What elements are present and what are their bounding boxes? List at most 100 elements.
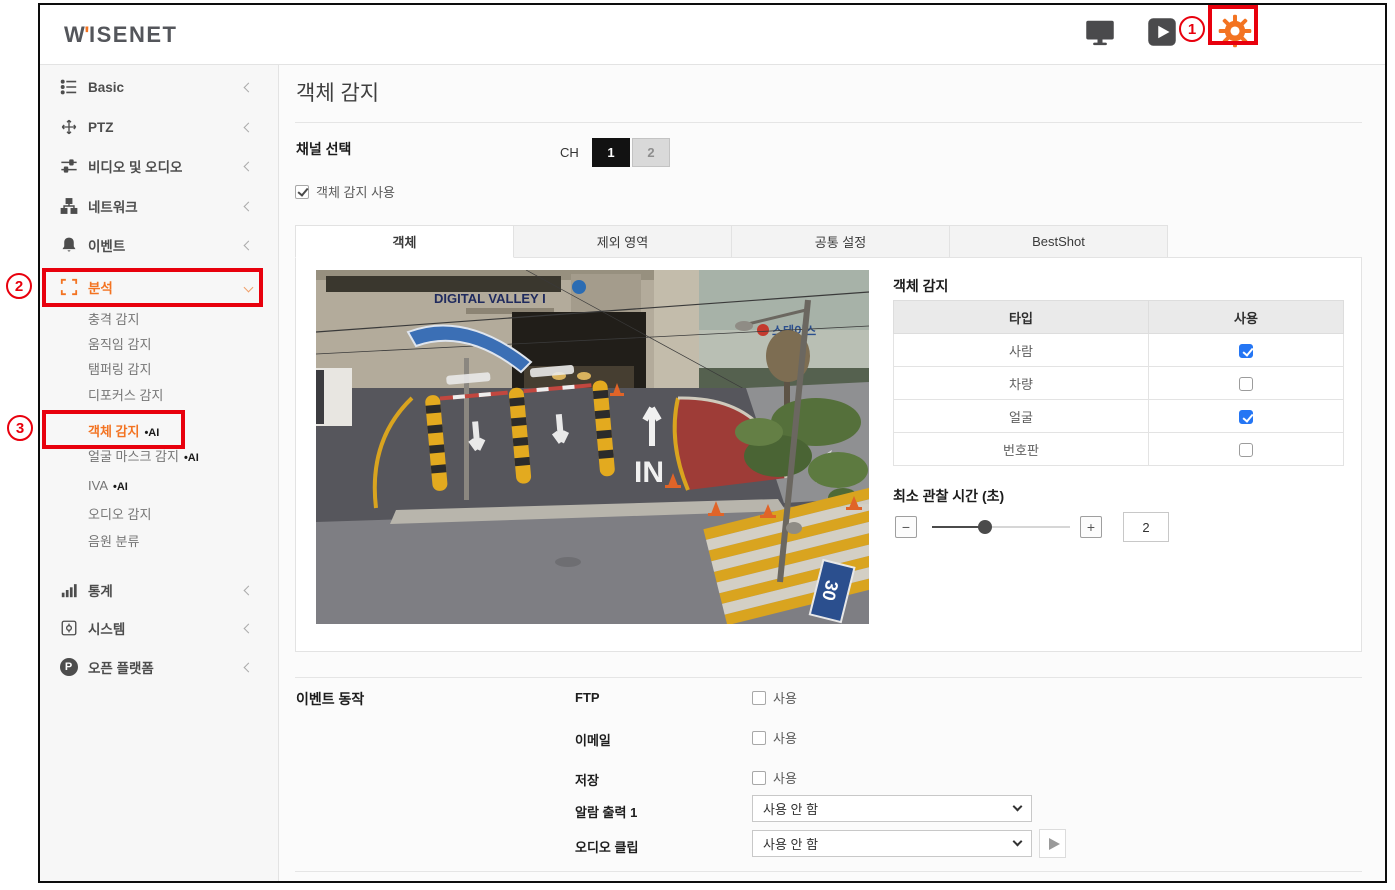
bar-chart-icon	[59, 581, 78, 600]
person-checkbox[interactable]	[1239, 344, 1253, 358]
sidebar-subitem-sound-classification[interactable]: 음원 분류	[40, 528, 278, 552]
sidebar-item-ptz[interactable]: PTZ	[40, 113, 278, 141]
network-icon	[59, 197, 78, 216]
divider	[295, 871, 1362, 872]
subitem-label: 움직임 감지	[88, 334, 151, 353]
camera-preview-image: DIGITAL VALLEY I 스테이스	[316, 270, 869, 624]
use-label: 사용	[773, 728, 797, 747]
ftp-use-checkbox[interactable]	[752, 691, 766, 705]
column-header-use: 사용	[1149, 301, 1344, 334]
table-row: 얼굴	[894, 400, 1344, 433]
enable-checkbox[interactable]	[295, 185, 309, 199]
license-plate-checkbox[interactable]	[1239, 443, 1253, 457]
sidebar-item-basic[interactable]: Basic	[40, 73, 278, 101]
table-row: 사람	[894, 334, 1344, 367]
tab-bar: 객체 제외 영역 공통 설정 BestShot	[295, 225, 1362, 258]
chevron-left-icon	[244, 240, 254, 250]
wisenet-logo: W'ISENET	[64, 22, 177, 48]
audio-clip-select[interactable]: 사용 안 함	[752, 830, 1032, 857]
ch-label: CH	[560, 145, 579, 160]
duration-plus-button[interactable]: +	[1080, 516, 1102, 538]
use-cell	[1149, 400, 1344, 433]
live-view-monitor-icon[interactable]	[1085, 17, 1115, 47]
annotation-step-2: 2	[6, 273, 32, 299]
duration-slider-track[interactable]	[932, 526, 1070, 528]
sidebar-item-label: 분석	[88, 277, 113, 297]
sidebar-subitem-defocus-detection[interactable]: 디포커스 감지	[40, 382, 278, 406]
chevron-left-icon	[244, 585, 254, 595]
sidebar-item-label: 통계	[88, 580, 113, 600]
annotation-step-3: 3	[7, 415, 33, 441]
alarm-output-select[interactable]: 사용 안 함	[752, 795, 1032, 822]
playback-icon[interactable]	[1147, 17, 1177, 47]
sidebar-subitem-object-detection[interactable]: 객체 감지 •AI	[40, 418, 278, 442]
min-duration-label: 최소 관찰 시간 (초)	[893, 486, 1004, 506]
email-control: 사용	[752, 728, 797, 747]
duration-minus-button[interactable]: −	[895, 516, 917, 538]
chevron-left-icon	[244, 82, 254, 92]
object-detection-enable-row: 객체 감지 사용	[295, 182, 395, 201]
subitem-label: 충격 감지	[88, 309, 139, 328]
event-action-heading: 이벤트 동작	[296, 689, 364, 709]
sidebar-item-video-audio[interactable]: 비디오 및 오디오	[40, 152, 278, 180]
record-use-checkbox[interactable]	[752, 771, 766, 785]
tab-exclude-area[interactable]: 제외 영역	[513, 225, 732, 258]
annotation-step-1: 1	[1179, 16, 1205, 42]
sidebar-subitem-audio-detection[interactable]: 오디오 감지	[40, 501, 278, 525]
email-use-checkbox[interactable]	[752, 731, 766, 745]
divider	[295, 122, 1362, 123]
analytics-crop-icon	[59, 278, 78, 297]
settings-gear-icon[interactable]	[1218, 14, 1252, 48]
sidebar-subitem-motion-detection[interactable]: 움직임 감지	[40, 331, 278, 355]
table-row: 번호판	[894, 433, 1344, 466]
sidebar-item-analytics[interactable]: 분석	[40, 273, 278, 301]
sidebar-subitem-tampering-detection[interactable]: 탬퍼링 감지	[40, 356, 278, 380]
use-cell	[1149, 433, 1344, 466]
type-cell: 얼굴	[894, 400, 1149, 433]
sidebar-subitem-iva[interactable]: IVA•AI	[40, 473, 278, 497]
sliders-icon	[59, 157, 78, 176]
sidebar-subitem-face-mask-detection[interactable]: 얼굴 마스크 감지•AI	[40, 443, 278, 467]
sidebar-item-event[interactable]: 이벤트	[40, 231, 278, 259]
select-value: 사용 안 함	[763, 799, 818, 818]
building-sign-text: DIGITAL VALLEY I	[434, 291, 546, 306]
channel-2-button[interactable]: 2	[632, 138, 670, 167]
tab-common-settings[interactable]: 공통 설정	[731, 225, 950, 258]
record-control: 사용	[752, 768, 797, 787]
alarm-output-label: 알람 출력 1	[575, 802, 637, 821]
subitem-label: 탬퍼링 감지	[88, 359, 151, 378]
subitem-text: 얼굴 마스크 감지	[88, 449, 179, 464]
p-glyph: P	[60, 658, 78, 676]
duration-slider-knob[interactable]	[978, 520, 992, 534]
use-cell	[1149, 367, 1344, 400]
ftp-label: FTP	[575, 690, 600, 705]
subitem-label: IVA•AI	[88, 478, 128, 493]
subitem-label: 디포커스 감지	[88, 385, 163, 404]
ptz-move-icon	[59, 118, 78, 137]
sidebar-item-system[interactable]: 시스템	[40, 614, 278, 642]
tab-bestshot[interactable]: BestShot	[949, 225, 1168, 258]
vehicle-checkbox[interactable]	[1239, 377, 1253, 391]
tab-object[interactable]: 객체	[295, 225, 514, 258]
audio-clip-label: 오디오 클립	[575, 837, 638, 856]
logo-text: W	[64, 22, 86, 47]
sidebar-subitem-shock-detection[interactable]: 충격 감지	[40, 306, 278, 330]
channel-1-button[interactable]: 1	[592, 138, 630, 167]
main-content: 객체 감지 채널 선택 CH 1 2 객체 감지 사용 객체 제외 영역 공통 …	[279, 65, 1385, 881]
sidebar-item-label: 네트워크	[88, 196, 138, 216]
enable-label: 객체 감지 사용	[316, 182, 395, 201]
page-title: 객체 감지	[296, 77, 379, 107]
duration-value-input[interactable]: 2	[1123, 512, 1169, 542]
sidebar-item-statistics[interactable]: 통계	[40, 576, 278, 604]
table-header-row: 타입 사용	[894, 301, 1344, 334]
subitem-text: 객체 감지	[88, 424, 139, 439]
face-checkbox[interactable]	[1239, 410, 1253, 424]
sidebar-item-network[interactable]: 네트워크	[40, 192, 278, 220]
sidebar-item-label: 비디오 및 오디오	[88, 156, 182, 176]
record-label: 저장	[575, 770, 599, 789]
ai-badge: •AI	[144, 427, 159, 439]
chevron-down-icon	[244, 282, 254, 292]
open-platform-icon: P	[59, 658, 78, 677]
sidebar-item-open-platform[interactable]: P 오픈 플랫폼	[40, 653, 278, 681]
audio-clip-play-button[interactable]	[1039, 829, 1066, 858]
